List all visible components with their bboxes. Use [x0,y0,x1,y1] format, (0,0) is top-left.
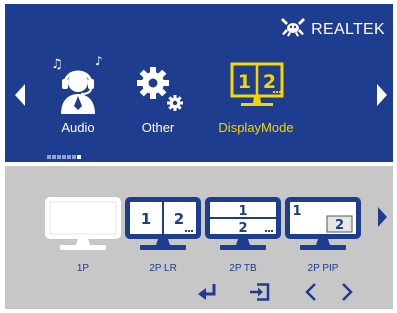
pane-digit-two: 2 [174,210,184,228]
gears-icon [123,56,193,114]
svg-text:♫: ♫ [51,57,63,72]
page-dot-active [77,155,81,159]
menu-item-label: Other [141,120,175,135]
option-2p-pip[interactable]: 1 2 2P PIP [282,196,364,274]
split-digit-one: 1 [238,71,251,93]
monitor-split-top-bottom-icon: 1 2 [202,196,284,257]
headphones-person-icon: ♫ ♪ [43,56,113,114]
main-menu-panel: REALTEK ♫ ♪ Audio Other 1 2 DisplayMode [5,4,393,162]
option-label: 2P LR [149,263,177,274]
option-1p[interactable]: 1P [42,196,124,274]
split-screen-icon: 1 2 [221,56,291,114]
svg-text:♪: ♪ [95,56,103,68]
display-mode-panel: 1P 1 2 2P LR 1 2 2P TB 1 2 2P PIP [5,166,393,309]
pane-digit-two: 2 [238,221,247,236]
left-chevron-icon[interactable] [305,283,317,306]
realtek-crab-logo-icon [280,17,306,42]
page-dot [67,155,71,159]
option-label: 2P TB [229,263,257,274]
menu-item-label: DisplayMode [218,120,294,135]
pane-digit-two: 2 [335,218,344,233]
menu-item-audio[interactable]: ♫ ♪ Audio [32,56,124,138]
osd-menu: REALTEK ♫ ♪ Audio Other 1 2 DisplayMode … [0,0,397,313]
split-digit-two: 2 [263,71,276,93]
right-chevron-icon[interactable] [341,283,353,306]
option-label: 1P [76,263,90,274]
pane-digit-one: 1 [238,204,247,219]
pane-digit-one: 1 [292,204,301,219]
menu-prev-triangle-left-icon[interactable] [15,84,25,111]
page-dot [52,155,56,159]
page-dot [47,155,51,159]
monitor-picture-in-picture-icon: 1 2 [282,196,364,257]
page-dot [62,155,66,159]
brand: REALTEK [280,17,385,42]
pane-digit-one: 1 [141,210,151,228]
option-2p-lr[interactable]: 1 2 2P LR [122,196,204,274]
exit-icon[interactable] [249,283,271,306]
page-indicator [47,155,81,159]
brand-name: REALTEK [311,20,385,38]
options-next-triangle-right-icon[interactable] [378,207,387,232]
option-label: 2P PIP [307,263,339,274]
menu-next-triangle-right-icon[interactable] [377,84,387,111]
option-2p-tb[interactable]: 1 2 2P TB [202,196,284,274]
menu-item-other[interactable]: Other [112,56,204,138]
enter-icon[interactable] [198,283,218,306]
menu-item-displaymode[interactable]: 1 2 DisplayMode [210,56,302,138]
monitor-single-icon [42,196,124,257]
menu-item-label: Audio [61,120,95,135]
page-dot [57,155,61,159]
monitor-split-left-right-icon: 1 2 [122,196,204,257]
page-dot [72,155,76,159]
